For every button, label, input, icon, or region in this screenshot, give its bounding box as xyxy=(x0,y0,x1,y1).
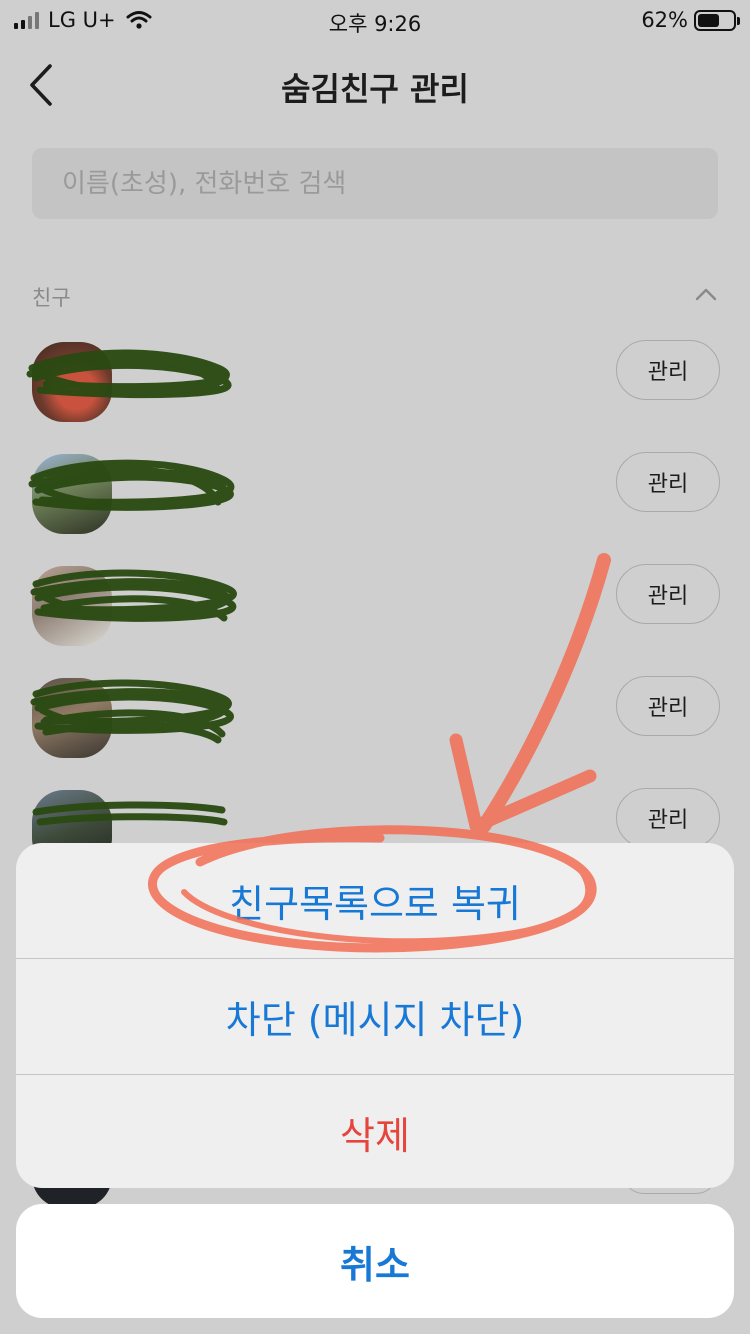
page-title: 숨김친구 관리 xyxy=(281,70,469,108)
manage-button[interactable]: 관리 xyxy=(616,452,720,512)
status-bar: LG U+ 오후 9:26 62% xyxy=(0,0,750,40)
section-label-friends: 친구 xyxy=(32,286,71,310)
friend-row: 관리 xyxy=(0,328,750,440)
battery-percentage: 62% xyxy=(641,8,688,32)
chevron-up-icon[interactable] xyxy=(693,283,719,305)
status-right: 62% xyxy=(641,8,740,32)
block-button[interactable]: 차단 (메시지 차단) xyxy=(16,959,734,1074)
friend-row: 관리 xyxy=(0,664,750,776)
status-time: 오후 9:26 xyxy=(328,12,422,36)
delete-button[interactable]: 삭제 xyxy=(16,1075,734,1188)
redaction-scribble xyxy=(26,349,232,399)
redaction-scribble xyxy=(30,569,237,622)
battery-level xyxy=(698,13,720,27)
cancel-button[interactable]: 취소 xyxy=(16,1204,734,1318)
search-input[interactable] xyxy=(32,148,718,219)
battery-icon xyxy=(694,9,740,31)
manage-button[interactable]: 관리 xyxy=(616,676,720,736)
friend-row: 관리 xyxy=(0,440,750,552)
manage-button[interactable]: 관리 xyxy=(616,340,720,400)
friend-row: 관리 xyxy=(0,552,750,664)
manage-button[interactable]: 관리 xyxy=(616,564,720,624)
redaction-scribble xyxy=(30,679,234,744)
action-sheet: 친구목록으로 복귀 차단 (메시지 차단) 삭제 xyxy=(16,843,734,1188)
restore-to-friends-button[interactable]: 친구목록으로 복귀 xyxy=(16,843,734,958)
manage-button[interactable]: 관리 xyxy=(616,788,720,848)
redaction-scribble xyxy=(28,459,235,511)
nav-header: 숨김친구 관리 xyxy=(0,40,750,130)
